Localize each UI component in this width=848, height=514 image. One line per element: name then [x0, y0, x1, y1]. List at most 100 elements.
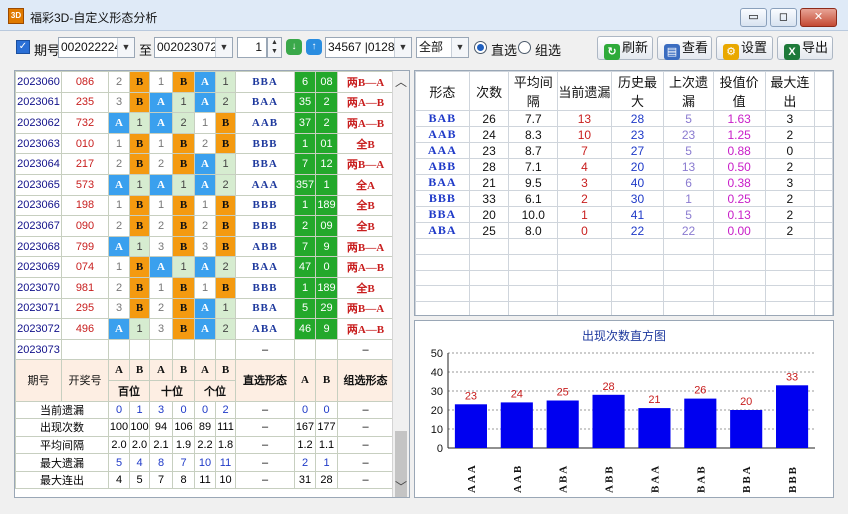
col-header: 形态	[415, 71, 470, 111]
prev-arrow-icon[interactable]: ↓	[286, 39, 302, 55]
ab-cell: 2	[108, 71, 130, 93]
group-pattern-cell: 全B	[337, 276, 394, 299]
refresh-button[interactable]: ↻ 刷新	[597, 36, 653, 60]
radio-group[interactable]	[518, 41, 531, 54]
scroll-down-icon[interactable]: ﹀	[393, 478, 409, 495]
y-tick-label: 10	[431, 424, 443, 436]
pattern-value-cell: 7.1	[508, 158, 559, 175]
chart-title: 出现次数直方图	[582, 328, 666, 343]
empty-cell	[557, 253, 612, 271]
histogram-panel: 出现次数直方图 0 10 20 30 40 50 23 AAA 24 AAB 25 ABA 28 ABB…	[414, 320, 834, 498]
period-checkbox[interactable]: ✓	[16, 40, 30, 54]
pattern-value-cell: 3	[764, 110, 816, 127]
stats-row: 当前遗漏 0 1 3 0 0 2–0 0–	[15, 400, 394, 420]
number-cell: 010	[61, 132, 109, 155]
ab-cell: B	[172, 153, 195, 175]
chevron-down-icon[interactable]: ▼	[215, 38, 232, 57]
filter-select[interactable]: 全部 ▼	[416, 37, 469, 58]
empty-cell	[712, 285, 766, 303]
ab-cell: 3	[108, 91, 130, 114]
maximize-button[interactable]: ◻	[770, 8, 797, 27]
stats-row: 最大遗漏 5 4 8 7 10 11–2 1–	[15, 453, 394, 472]
histogram-chart: 出现次数直方图 0 10 20 30 40 50 23 AAA 24 AAB 25 ABA 28 ABB…	[431, 328, 815, 493]
pattern-value-cell: 1	[663, 190, 714, 207]
period-from-select[interactable]: 002022224 ▼	[58, 37, 135, 58]
scroll-up-icon[interactable]: ︿	[393, 73, 409, 90]
x-tick-label: BAB	[695, 464, 707, 493]
pattern-name-cell: BBB	[415, 190, 470, 207]
pattern-value-cell: 0.50	[712, 158, 766, 175]
empty-cell	[415, 238, 470, 255]
group-b-cell: 189	[315, 194, 338, 217]
group-b-cell: 2	[315, 91, 338, 114]
pattern-value-cell: 3	[557, 174, 612, 191]
ab-cell: B	[172, 71, 195, 93]
pattern-value-cell: 1.63	[712, 110, 766, 127]
vertical-scrollbar[interactable]: ︿ ﹀	[392, 71, 409, 497]
empty-cell	[764, 238, 816, 255]
empty-cell	[764, 269, 816, 287]
header-row-1: 期号 开奖号 A B A B A B 直选形态 A B 组选形态	[15, 359, 394, 402]
group-a-cell: 7	[294, 235, 316, 258]
ab-cell: 1	[129, 112, 150, 134]
radio-direct[interactable]	[474, 41, 487, 54]
group-a-cell: 7	[294, 153, 316, 175]
title-bar: 3D 福彩3D-自定义形态分析 ▭ ◻ ✕	[0, 0, 848, 31]
pattern-value-cell: 23	[610, 126, 665, 143]
stats-group-a: 31	[294, 470, 316, 490]
pattern-stats-table: 形态 次数 平均间隔 当前遗漏 历史最大 上次遗漏 投值价值 最大连出 BAB 26 7.7 13 28…	[415, 71, 833, 315]
direct-pattern-cell: BBA	[235, 71, 295, 93]
pattern-value-cell: 9.5	[508, 174, 559, 191]
empty-cell	[712, 269, 766, 287]
close-button[interactable]: ✕	[800, 8, 837, 27]
pattern-value-cell: 2	[764, 190, 816, 207]
ab-cell: 1	[149, 276, 173, 299]
stats-value: 11	[194, 470, 216, 490]
number-cell: 799	[61, 235, 109, 258]
ab-cell: A	[194, 91, 216, 114]
pattern-value-cell: 2	[764, 158, 816, 175]
period-cell: 2023067	[15, 215, 62, 237]
spacer-cell	[814, 222, 833, 239]
ab-cell: B	[215, 276, 236, 299]
view-button[interactable]: ▤ 查看	[657, 36, 712, 60]
group-a-cell: 6	[294, 71, 316, 93]
settings-button[interactable]: ⚙ 设置	[716, 36, 773, 60]
empty-cell	[508, 269, 559, 287]
ab-cell: B	[215, 112, 236, 134]
ab-cell: 2	[194, 215, 216, 237]
pattern-row: AAA 23 8.7 7 27 5 0.88 0	[415, 142, 833, 159]
minimize-button[interactable]: ▭	[740, 8, 767, 27]
pattern-value-cell: 8.3	[508, 126, 559, 143]
col-header-period: 期号	[15, 359, 62, 402]
ab-cell: 1	[172, 91, 195, 114]
pattern-value-cell: 0.00	[712, 222, 766, 239]
chevron-down-icon[interactable]: ▼	[394, 38, 411, 57]
pattern-value-cell: 0	[557, 222, 612, 239]
empty-cell	[468, 269, 510, 287]
pattern-value-cell: 5	[663, 206, 714, 223]
empty-cell	[468, 301, 510, 315]
period-to-select[interactable]: 002023072 ▼	[154, 37, 233, 58]
col-header: 当前遗漏	[557, 71, 612, 111]
spacer-cell	[814, 206, 833, 223]
step-spinner[interactable]: ▲ ▼	[267, 37, 282, 58]
col-header: 投值价值	[712, 71, 766, 111]
group-pattern-cell: 全B	[337, 215, 394, 237]
ab-cell: B	[215, 194, 236, 217]
bar	[730, 410, 763, 448]
step-input[interactable]: 1	[237, 37, 267, 58]
chevron-down-icon[interactable]: ▼	[451, 38, 468, 57]
stats-group: –	[337, 400, 394, 420]
pattern-value-cell: 3	[764, 174, 816, 191]
next-arrow-icon[interactable]: ↑	[306, 39, 322, 55]
chevron-down-icon[interactable]: ▼	[117, 38, 134, 57]
ab-cell: 1	[194, 112, 216, 134]
ab-cell: 2	[215, 173, 236, 196]
spacer-cell	[814, 174, 833, 191]
bar	[592, 394, 625, 448]
empty-cell	[468, 285, 510, 303]
export-button[interactable]: X 导出	[777, 36, 833, 60]
numbers-select[interactable]: 34567 |01289 ▼	[325, 37, 412, 58]
period-cell: 2023069	[15, 256, 62, 278]
